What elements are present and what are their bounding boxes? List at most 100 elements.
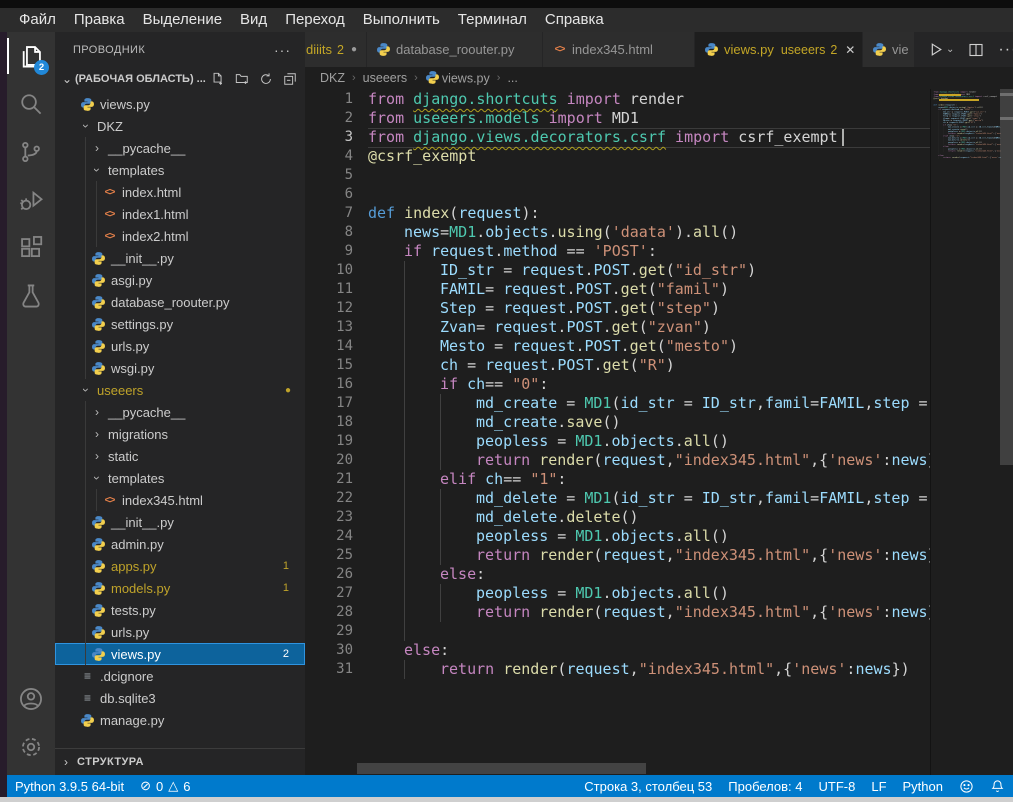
breadcrumb-item[interactable]: useeers: [363, 71, 407, 85]
tree-item-label: index1.html: [122, 207, 188, 222]
breadcrumb-item[interactable]: ...: [507, 71, 517, 85]
activity-source-control[interactable]: [7, 128, 55, 176]
tree-file-db-sqlite3[interactable]: ≡db.sqlite3: [55, 687, 305, 709]
tree-folder-templates[interactable]: ›templates: [55, 159, 305, 181]
tree-file--init-py[interactable]: __init__.py: [55, 511, 305, 533]
status-notifications[interactable]: [982, 775, 1013, 797]
new-file-icon[interactable]: [211, 72, 225, 86]
code-line-31: return render(request,"index345.html",{'…: [933, 157, 1001, 159]
status-problems[interactable]: ⊘0△6: [132, 775, 198, 797]
outline-section-header[interactable]: › СТРУКТУРА: [55, 748, 305, 775]
more-actions-button[interactable]: ···: [998, 41, 1013, 59]
workspace-section-header[interactable]: ⌄ (РАБОЧАЯ ОБЛАСТЬ) ...: [55, 67, 305, 91]
status-python-version[interactable]: Python 3.9.5 64-bit: [7, 775, 132, 797]
tree-file-urls-py[interactable]: urls.py: [55, 335, 305, 357]
tree-file-urls-py[interactable]: urls.py: [55, 621, 305, 643]
menu-item-справка[interactable]: Справка: [536, 8, 613, 32]
vertical-scrollbar[interactable]: [1000, 89, 1013, 465]
menu-item-терминал[interactable]: Терминал: [449, 8, 536, 32]
tree-file-index1-html[interactable]: <>index1.html: [55, 203, 305, 225]
python-icon: [91, 251, 106, 265]
breadcrumb-separator: ›: [352, 72, 356, 84]
activity-search[interactable]: [7, 80, 55, 128]
activity-explorer[interactable]: 2: [7, 32, 55, 80]
code-editor[interactable]: 1from django.shortcuts import render2fro…: [305, 89, 1013, 775]
line-number: 23: [305, 508, 353, 527]
tree-file-manage-py[interactable]: manage.py: [55, 709, 305, 731]
tab-database-roouter-py[interactable]: database_roouter.py: [367, 32, 543, 67]
line-number: 3: [305, 128, 353, 147]
tree-folder-static[interactable]: ›static: [55, 445, 305, 467]
tab-vie[interactable]: vie: [863, 32, 915, 67]
tree-file-apps-py[interactable]: apps.py1: [55, 555, 305, 577]
status-feedback[interactable]: [951, 775, 982, 797]
menu-item-вид[interactable]: Вид: [231, 8, 276, 32]
tab-views-py[interactable]: views.pyuseeers2✕: [695, 32, 863, 67]
horizontal-scrollbar[interactable]: [357, 763, 646, 774]
editor-group: diiits2●database_roouter.py<>index345.ht…: [305, 32, 1013, 775]
refresh-icon[interactable]: [259, 72, 273, 86]
activity-badge: 2: [34, 60, 49, 75]
tree-item-label: models.py: [111, 581, 170, 596]
tree-item-label: templates: [108, 163, 164, 178]
minimap[interactable]: from django.shortcuts import renderfrom …: [930, 89, 1001, 775]
activity-account[interactable]: [7, 675, 55, 723]
bell-icon: [990, 779, 1005, 794]
tree-file-index-html[interactable]: <>index.html: [55, 181, 305, 203]
gear-icon: [18, 734, 44, 760]
tree-file-settings-py[interactable]: settings.py: [55, 313, 305, 335]
line-number: 29: [305, 622, 353, 641]
tree-file-models-py[interactable]: models.py1: [55, 577, 305, 599]
python-icon: [872, 43, 887, 57]
tab-diiits[interactable]: diiits2●: [305, 32, 367, 67]
menu-item-правка[interactable]: Правка: [65, 8, 134, 32]
tree-file-database-roouter-py[interactable]: database_roouter.py: [55, 291, 305, 313]
tree-file-asgi-py[interactable]: asgi.py: [55, 269, 305, 291]
menu-item-выполнить[interactable]: Выполнить: [354, 8, 449, 32]
tree-file-index345-html[interactable]: <>index345.html: [55, 489, 305, 511]
tree-file-views-py[interactable]: views.py: [55, 93, 305, 115]
status-indentation[interactable]: Пробелов: 4: [720, 775, 810, 797]
tree-file-tests-py[interactable]: tests.py: [55, 599, 305, 621]
activity-extensions[interactable]: [7, 224, 55, 272]
status-language-mode[interactable]: Python: [895, 775, 951, 797]
line-number: 17: [305, 394, 353, 413]
menu-item-файл[interactable]: Файл: [10, 8, 65, 32]
code-line-1: 1from django.shortcuts import render: [305, 90, 930, 109]
menu-bar: ФайлПравкаВыделениеВидПереходВыполнитьТе…: [0, 8, 1013, 32]
tree-folder-DKZ[interactable]: ›DKZ: [55, 115, 305, 137]
collapse-all-icon[interactable]: [283, 72, 297, 86]
close-icon[interactable]: ✕: [845, 43, 855, 57]
activity-testing[interactable]: [7, 272, 55, 320]
tree-file-views-py[interactable]: views.py2: [55, 643, 305, 665]
tree-item-label: DKZ: [97, 119, 123, 134]
tree-file-admin-py[interactable]: admin.py: [55, 533, 305, 555]
status-encoding[interactable]: UTF-8: [811, 775, 864, 797]
breadcrumb-item[interactable]: views.py: [425, 70, 490, 86]
breadcrumb[interactable]: DKZ›useeers›views.py›...: [305, 67, 1013, 89]
split-editor-button[interactable]: [968, 42, 984, 58]
tree-file--init-py[interactable]: __init__.py: [55, 247, 305, 269]
more-icon[interactable]: ···: [274, 42, 291, 58]
breadcrumb-item[interactable]: DKZ: [320, 71, 345, 85]
menu-item-переход[interactable]: Переход: [276, 8, 354, 32]
tree-file-index2-html[interactable]: <>index2.html: [55, 225, 305, 247]
menu-item-выделение[interactable]: Выделение: [134, 8, 231, 32]
tree-folder-migrations[interactable]: ›migrations: [55, 423, 305, 445]
tree-folder-templates[interactable]: ›templates: [55, 467, 305, 489]
run-python-file-button[interactable]: ⌄: [927, 41, 954, 58]
activity-run-debug[interactable]: [7, 176, 55, 224]
tree-folder--pycache-[interactable]: ›__pycache__: [55, 137, 305, 159]
activity-settings[interactable]: [7, 723, 55, 771]
tree-file--dcignore[interactable]: ≡.dcignore: [55, 665, 305, 687]
tree-item-label: __init__.py: [111, 251, 174, 266]
tree-folder-useeers[interactable]: ›useeers●: [55, 379, 305, 401]
python-icon: [80, 97, 95, 111]
tab-index345-html[interactable]: <>index345.html: [543, 32, 695, 67]
tab-label: vie: [892, 42, 909, 57]
status-eol[interactable]: LF: [863, 775, 894, 797]
tree-folder--pycache-[interactable]: ›__pycache__: [55, 401, 305, 423]
status-cursor-position[interactable]: Строка 3, столбец 53: [576, 775, 720, 797]
new-folder-icon[interactable]: [235, 72, 249, 86]
tree-file-wsgi-py[interactable]: wsgi.py: [55, 357, 305, 379]
